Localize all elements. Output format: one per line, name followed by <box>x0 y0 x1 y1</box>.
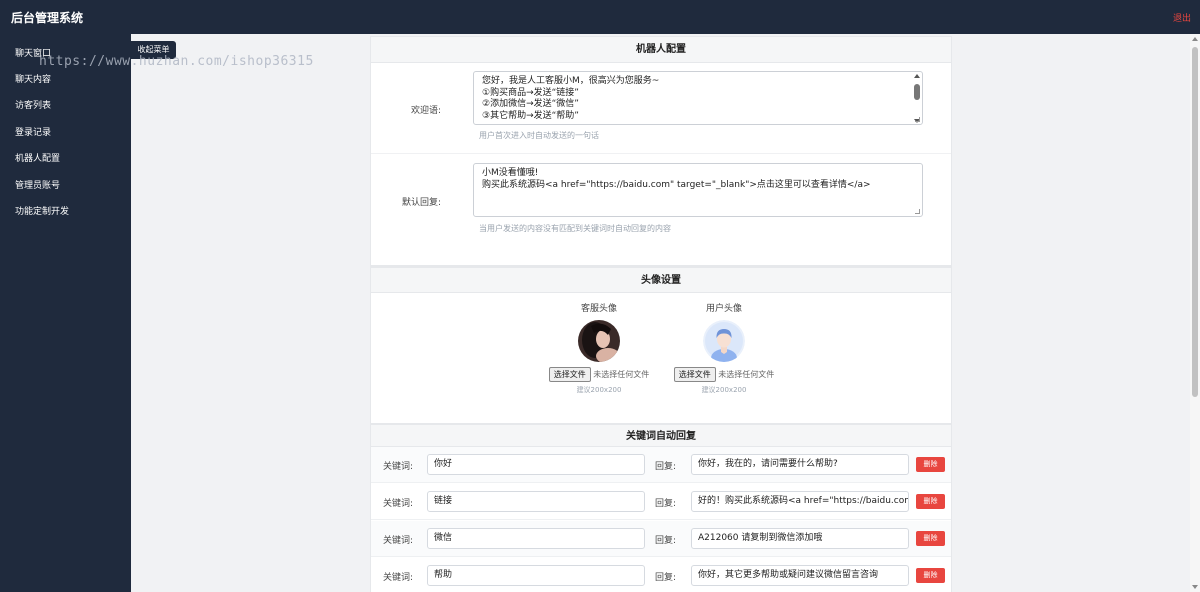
keyword-input[interactable]: 你好 <box>427 454 645 475</box>
sidebar-item-robot-config[interactable]: 机器人配置 <box>15 151 60 164</box>
sidebar-item-admin-accounts[interactable]: 管理员账号 <box>15 178 60 191</box>
sidebar-item-custom-development[interactable]: 功能定制开发 <box>15 204 69 217</box>
scroll-up-arrow-icon[interactable] <box>1192 37 1198 41</box>
user-file-status: 未选择任何文件 <box>718 370 775 379</box>
welcome-line: ①购买商品→发送“链接” <box>482 87 579 98</box>
delete-button[interactable]: 删除 <box>916 457 945 472</box>
resize-handle-icon[interactable] <box>915 209 920 214</box>
agent-avatar-image[interactable] <box>578 320 620 362</box>
avatar-settings-title: 头像设置 <box>371 267 951 293</box>
default-reply-textarea[interactable]: 小M没看懂哦! 购买此系统源码<a href="https://baidu.co… <box>473 163 923 217</box>
welcome-line: 您好，我是人工客服小M，很高兴为您服务~ <box>482 76 660 86</box>
keyword-label: 关键词: <box>383 573 414 583</box>
divider <box>371 153 951 154</box>
user-avatar-image[interactable] <box>703 320 745 362</box>
keyword-row: 关键词: 链接 回复: 好的！购买此系统源码<a href="https://b… <box>371 484 951 520</box>
agent-avatar-hint: 建议200x200 <box>576 386 622 394</box>
keyword-label: 关键词: <box>383 462 414 472</box>
page-scrollbar[interactable] <box>1190 34 1200 592</box>
textarea-scroll-thumb[interactable] <box>914 84 920 100</box>
keyword-reply-title: 关键词自动回复 <box>371 425 951 447</box>
keyword-row: 关键词: 帮助 回复: 你好，其它更多帮助或疑问建议微信留言咨询 删除 <box>371 558 951 592</box>
avatar-settings-panel: 头像设置 客服头像 选择文件 未选择任何文件 建议200x200 用户头像 选择… <box>370 266 952 424</box>
top-bar: 后台管理系统 退出 <box>0 0 1200 34</box>
logout-link[interactable]: 退出 <box>1173 11 1191 24</box>
reply-input[interactable]: 你好，我在的，请问需要什么帮助? <box>691 454 909 475</box>
welcome-message-textarea[interactable]: 您好，我是人工客服小M，很高兴为您服务~ ①购买商品→发送“链接” ②添加微信→… <box>473 71 923 125</box>
reply-label: 回复: <box>655 573 677 583</box>
agent-choose-file-button[interactable]: 选择文件 <box>548 367 591 382</box>
app-title: 后台管理系统 <box>11 11 84 25</box>
user-file-picker: 选择文件 未选择任何文件 <box>664 367 784 382</box>
sidebar-item-chat-content[interactable]: 聊天内容 <box>15 72 51 85</box>
textarea-scrollbar[interactable] <box>914 74 920 123</box>
welcome-line: ②添加微信→发送“微信” <box>482 99 579 109</box>
user-avatar-section: 用户头像 选择文件 未选择任何文件 建议200x200 <box>664 301 784 395</box>
user-choose-file-button[interactable]: 选择文件 <box>673 367 716 382</box>
scroll-down-arrow-icon[interactable] <box>1192 585 1198 589</box>
sidebar-item-visitor-list[interactable]: 访客列表 <box>15 98 51 111</box>
reply-label: 回复: <box>655 536 677 546</box>
sidebar: 聊天窗口 聊天内容 访客列表 登录记录 机器人配置 管理员账号 功能定制开发 <box>0 34 131 592</box>
delete-button[interactable]: 删除 <box>916 568 945 583</box>
sidebar-item-login-records[interactable]: 登录记录 <box>15 125 51 138</box>
agent-file-status: 未选择任何文件 <box>593 370 650 379</box>
agent-file-picker: 选择文件 未选择任何文件 <box>539 367 659 382</box>
agent-avatar-section: 客服头像 选择文件 未选择任何文件 建议200x200 <box>539 301 659 395</box>
resize-handle-icon[interactable] <box>915 117 920 122</box>
keyword-label: 关键词: <box>383 536 414 546</box>
welcome-label: 欢迎语: <box>410 106 441 116</box>
welcome-hint: 用户首次进入时自动发送的一句话 <box>479 131 599 140</box>
default-reply-line: 购买此系统源码<a href="https://baidu.com" targe… <box>482 179 871 190</box>
reply-label: 回复: <box>655 499 677 509</box>
keyword-row: 关键词: 微信 回复: A212060 请复制到微信添加哦 删除 <box>371 521 951 557</box>
watermark-text: https://www.huzhan.com/ishop36315 <box>39 54 314 69</box>
reply-input[interactable]: 好的！购买此系统源码<a href="https://baidu.com <box>691 491 909 512</box>
keyword-reply-panel: 关键词自动回复 关键词: 你好 回复: 你好，我在的，请问需要什么帮助? 删除 … <box>370 424 952 592</box>
keyword-row: 关键词: 你好 回复: 你好，我在的，请问需要什么帮助? 删除 <box>371 447 951 483</box>
user-avatar-hint: 建议200x200 <box>701 386 747 394</box>
keyword-label: 关键词: <box>383 499 414 509</box>
scroll-up-arrow-icon[interactable] <box>914 74 920 78</box>
robot-config-panel: 机器人配置 欢迎语: 您好，我是人工客服小M，很高兴为您服务~ ①购买商品→发送… <box>370 36 952 266</box>
default-reply-line: 小M没看懂哦! <box>482 168 539 178</box>
default-reply-hint: 当用户发送的内容没有匹配到关键词时自动回复的内容 <box>479 224 671 233</box>
reply-input[interactable]: A212060 请复制到微信添加哦 <box>691 528 909 549</box>
scrollbar-thumb[interactable] <box>1192 47 1198 397</box>
keyword-input[interactable]: 微信 <box>427 528 645 549</box>
default-reply-label: 默认回复: <box>401 198 441 208</box>
delete-button[interactable]: 删除 <box>916 531 945 546</box>
reply-label: 回复: <box>655 462 677 472</box>
keyword-input[interactable]: 链接 <box>427 491 645 512</box>
robot-config-title: 机器人配置 <box>371 37 951 63</box>
delete-button[interactable]: 删除 <box>916 494 945 509</box>
user-avatar-label: 用户头像 <box>705 304 742 314</box>
reply-input[interactable]: 你好，其它更多帮助或疑问建议微信留言咨询 <box>691 565 909 586</box>
welcome-line: ③其它帮助→发送“帮助” <box>482 110 579 121</box>
agent-avatar-label: 客服头像 <box>580 304 617 314</box>
keyword-input[interactable]: 帮助 <box>427 565 645 586</box>
